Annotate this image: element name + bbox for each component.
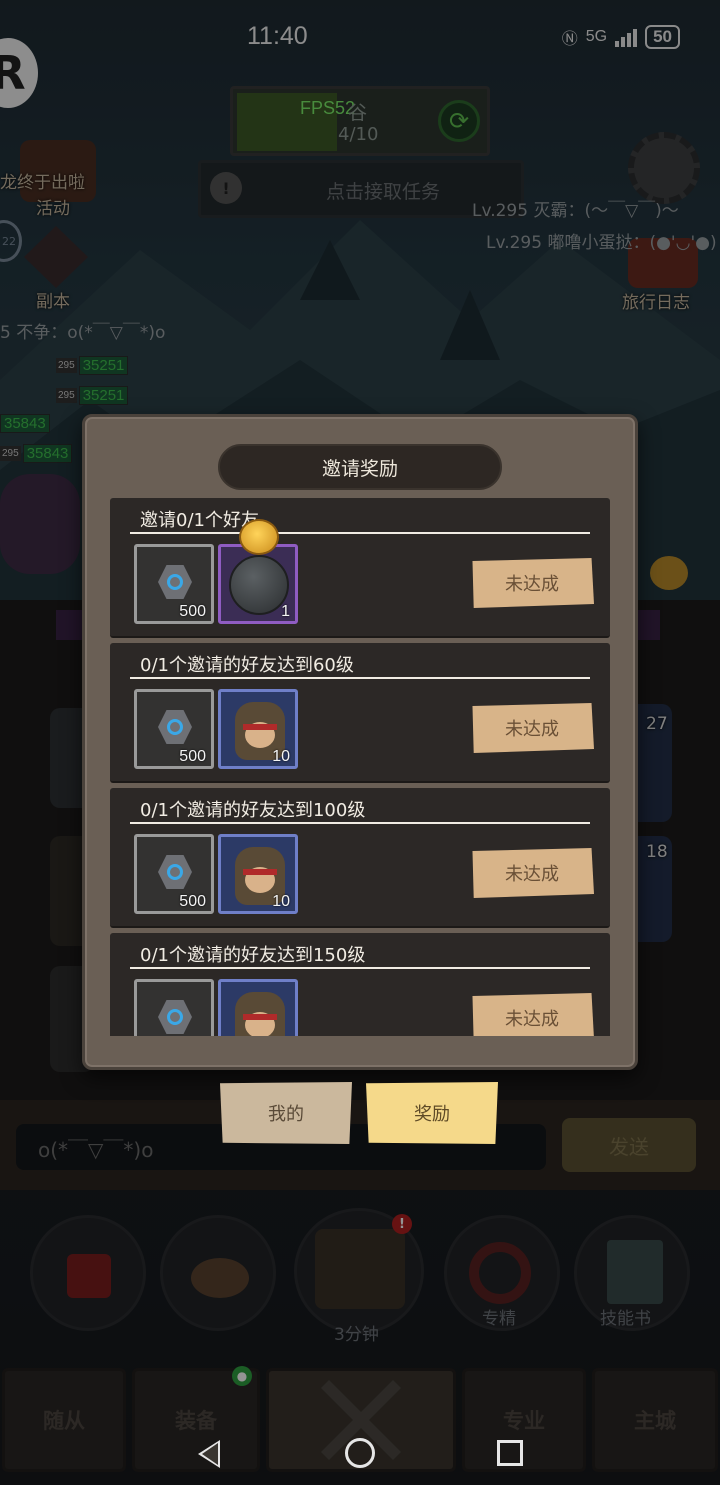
reward-card: 0/1个邀请的好友达到60级 500 10 未达成 [110,643,610,783]
divider [130,967,590,969]
claim-status-button[interactable]: 未达成 [472,848,594,898]
gem-icon [158,855,192,889]
gem-icon [158,1000,192,1034]
reward-item-slot[interactable]: 500 [134,544,214,624]
reward-item-slot[interactable] [134,979,214,1036]
orb-icon [229,555,289,615]
back-icon-inner [202,1443,218,1465]
reward-card: 邀请0/1个好友 500 1 未达成 [110,498,610,638]
divider [130,677,590,679]
item-quantity: 500 [179,893,206,910]
recent-apps-icon[interactable] [497,1440,523,1466]
item-quantity: 10 [272,748,290,765]
reward-item-slot[interactable]: 500 [134,689,214,769]
reward-item-slot[interactable] [218,979,298,1036]
item-quantity: 1 [281,603,290,620]
reward-item-slot[interactable]: 500 [134,834,214,914]
gem-icon [158,710,192,744]
divider [130,822,590,824]
gem-icon [158,565,192,599]
claim-status-button[interactable]: 未达成 [472,558,594,608]
hero-icon [235,992,285,1036]
item-quantity: 500 [179,603,206,620]
reward-card: 0/1个邀请的好友达到150级 未达成 [110,933,610,1036]
claim-status-button[interactable]: 未达成 [472,993,594,1036]
tab-rewards[interactable]: 奖励 [366,1082,498,1144]
reward-card-title: 0/1个邀请的好友达到60级 [140,655,354,676]
tab-mine[interactable]: 我的 [220,1082,352,1144]
modal-title: 邀请奖励 [321,457,398,480]
item-quantity: 500 [179,748,206,765]
reward-list[interactable]: 邀请0/1个好友 500 1 未达成 0/1个邀请的好友达到60级 500 10… [110,498,610,1036]
home-icon[interactable] [345,1438,375,1468]
reward-card-title: 0/1个邀请的好友达到100级 [140,800,366,821]
reward-card: 0/1个邀请的好友达到100级 500 10 未达成 [110,788,610,928]
reward-item-slot[interactable]: 1 [218,519,298,624]
divider [130,532,590,534]
reward-item-slot[interactable]: 10 [218,834,298,914]
reward-card-title: 0/1个邀请的好友达到150级 [140,945,366,966]
reward-item-slot[interactable]: 10 [218,689,298,769]
item-quantity: 10 [272,893,290,910]
claim-status-button[interactable]: 未达成 [472,703,594,753]
gold-coin-icon [239,519,279,555]
modal-title-plate: 邀请奖励 [218,444,502,490]
